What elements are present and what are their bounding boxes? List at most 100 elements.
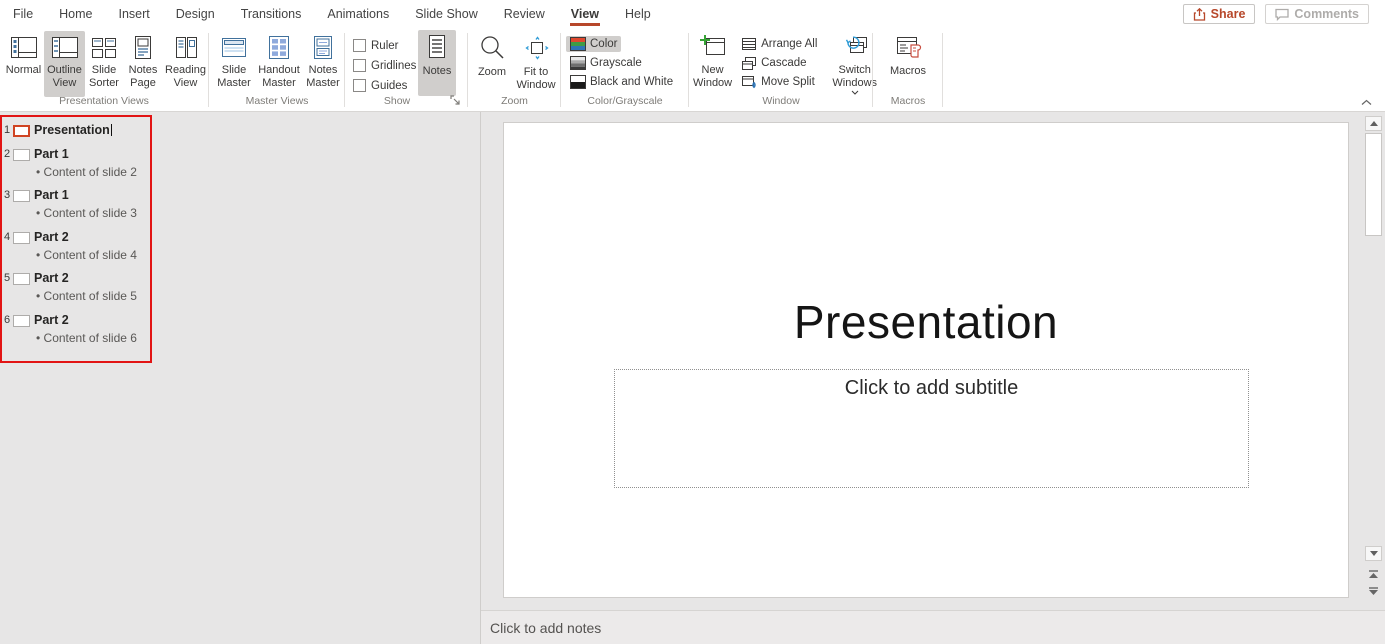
tab-insert[interactable]: Insert [106,0,163,28]
scroll-down-button[interactable] [1365,546,1382,561]
tab-file[interactable]: File [0,0,46,28]
outline-slide-title[interactable]: Part 2 [34,271,69,285]
ruler-checkbox-label: Ruler [371,40,398,52]
pane-splitter[interactable] [480,112,481,644]
group-macros: Macros Macros [874,30,942,110]
slide-icon[interactable] [13,190,30,202]
grayscale-button[interactable]: Grayscale [566,55,646,71]
comments-label: Comments [1294,7,1359,21]
outline-slide-title[interactable]: Part 2 [34,313,69,327]
work-area: 1 Presentation 2 Part 1 • Content of sli… [0,112,1385,644]
ruler-checkbox[interactable]: Ruler [353,39,418,52]
slide-icon[interactable] [13,273,30,285]
slide-title[interactable]: Presentation [504,295,1348,349]
macros-button[interactable]: Macros [884,31,932,97]
switch-windows-label: Switch Windows [832,64,877,89]
gridlines-checkbox[interactable]: Gridlines [353,59,418,72]
slide-icon-selected[interactable] [13,125,30,137]
checkbox-icon[interactable] [353,59,366,72]
fit-to-window-button[interactable]: Fit to Window [513,31,559,97]
outline-slide-content[interactable]: • Content of slide 3 [36,206,137,220]
move-split-button[interactable]: Move Split [737,74,821,90]
outline-item-1[interactable]: 1 Presentation [0,122,300,141]
new-window-button[interactable]: New Window [692,30,733,96]
reading-view-icon [172,35,200,60]
group-label-macros: Macros [874,95,942,107]
notes-master-button[interactable]: Notes Master [303,31,343,97]
comments-button[interactable]: Comments [1265,4,1369,24]
move-split-label: Move Split [761,76,815,88]
switch-windows-button[interactable]: Switch Windows [831,30,878,96]
tab-view[interactable]: View [558,0,612,28]
tab-home[interactable]: Home [46,0,105,28]
cascade-button[interactable]: Cascade [737,55,821,71]
outline-slide-title[interactable]: Part 2 [34,230,69,244]
outline-slide-content[interactable]: • Content of slide 5 [36,289,137,303]
outline-slide-content[interactable]: • Content of slide 6 [36,331,137,345]
outline-slide-title[interactable]: Part 1 [34,188,69,202]
guides-checkbox[interactable]: Guides [353,79,418,92]
notes-button[interactable]: Notes [418,30,456,96]
normal-view-button[interactable]: Normal [3,31,44,97]
share-label: Share [1211,7,1246,21]
notes-icon [424,34,450,61]
scroll-up-button[interactable] [1365,116,1382,131]
collapse-ribbon-button[interactable] [1355,94,1377,110]
notes-pane[interactable]: Click to add notes [481,610,1385,644]
outline-item-6[interactable]: 6 Part 2 • Content of slide 6 [0,312,300,331]
slide-number: 5 [4,272,10,284]
outline-slide-content[interactable]: • Content of slide 4 [36,248,137,262]
slide-canvas[interactable]: Presentation Click to add subtitle [503,122,1349,598]
tab-help[interactable]: Help [612,0,664,28]
slide-sorter-icon [90,35,118,60]
notes-page-icon [129,35,157,60]
color-icon [570,37,586,51]
slide-icon[interactable] [13,232,30,244]
color-button[interactable]: Color [566,36,621,52]
checkbox-icon[interactable] [353,79,366,92]
outline-slide-content[interactable]: • Content of slide 2 [36,165,137,179]
fit-to-window-icon [522,35,550,62]
arrange-all-icon [741,37,757,51]
zoom-button[interactable]: Zoom [471,31,513,97]
outline-item-2[interactable]: 2 Part 1 • Content of slide 2 [0,146,300,165]
notes-page-button[interactable]: Notes Page [123,31,163,97]
tab-review[interactable]: Review [491,0,558,28]
move-split-icon [741,75,757,89]
slide-master-label: Slide Master [214,64,254,89]
outline-item-5[interactable]: 5 Part 2 • Content of slide 5 [0,270,300,289]
next-slide-button[interactable] [1366,584,1381,598]
normal-view-label: Normal [6,64,41,77]
checkbox-icon[interactable] [353,39,366,52]
tab-slide-show[interactable]: Slide Show [402,0,491,28]
tab-animations[interactable]: Animations [314,0,402,28]
tab-design[interactable]: Design [163,0,228,28]
subtitle-placeholder-box[interactable]: Click to add subtitle [614,369,1249,488]
outline-item-3[interactable]: 3 Part 1 • Content of slide 3 [0,187,300,206]
cascade-icon [741,56,757,70]
group-show: Ruler Gridlines Guides Notes [346,30,466,110]
outline-pane[interactable]: 1 Presentation 2 Part 1 • Content of sli… [0,112,480,644]
notes-master-icon [309,35,337,60]
handout-master-button[interactable]: Handout Master [255,31,303,97]
reading-view-button[interactable]: Reading View [163,31,208,97]
slide-number: 4 [4,231,10,243]
slide-icon[interactable] [13,315,30,327]
arrange-all-button[interactable]: Arrange All [737,36,821,52]
show-dialog-launcher[interactable] [450,95,462,107]
outline-item-4[interactable]: 4 Part 2 • Content of slide 4 [0,229,300,248]
previous-slide-button[interactable] [1366,567,1381,581]
tab-transitions[interactable]: Transitions [228,0,315,28]
outline-view-button[interactable]: Outline View [44,31,85,97]
slide-icon[interactable] [13,149,30,161]
share-button[interactable]: Share [1183,4,1256,24]
vertical-scrollbar[interactable] [1362,112,1385,610]
grayscale-label: Grayscale [590,57,642,69]
slide-sorter-button[interactable]: Slide Sorter [85,31,123,97]
slide-master-button[interactable]: Slide Master [213,31,255,97]
outline-slide-title[interactable]: Part 1 [34,147,69,161]
group-color-grayscale: Color Grayscale Black and White Color/Gr… [562,30,688,110]
black-and-white-button[interactable]: Black and White [566,74,677,90]
scrollbar-thumb[interactable] [1365,133,1382,236]
outline-slide-title[interactable]: Presentation [34,123,112,137]
